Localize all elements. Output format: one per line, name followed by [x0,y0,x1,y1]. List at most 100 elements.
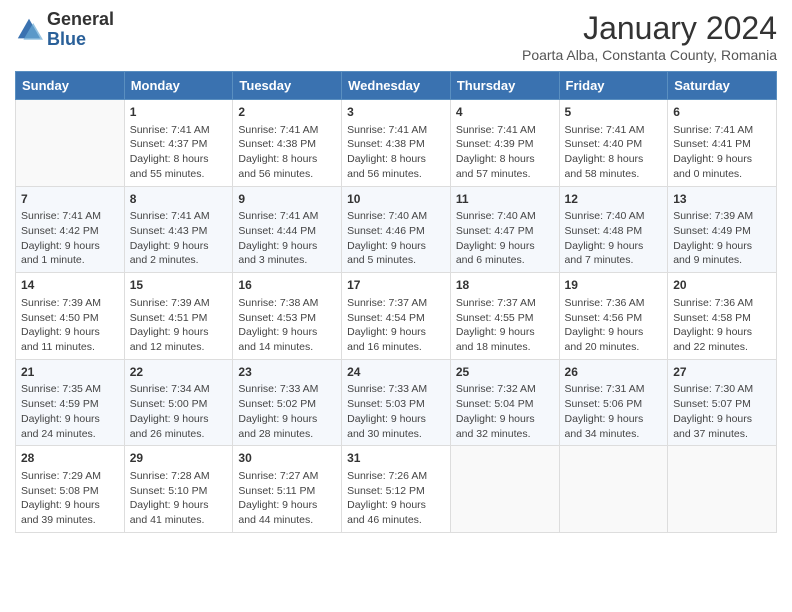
header: General Blue January 2024 Poarta Alba, C… [15,10,777,63]
header-wednesday: Wednesday [342,72,451,100]
day-info: Sunrise: 7:41 AM Sunset: 4:38 PM Dayligh… [238,124,318,180]
days-header-row: SundayMondayTuesdayWednesdayThursdayFrid… [16,72,777,100]
day-info: Sunrise: 7:40 AM Sunset: 4:48 PM Dayligh… [565,210,645,266]
day-info: Sunrise: 7:32 AM Sunset: 5:04 PM Dayligh… [456,383,536,439]
day-number: 12 [565,191,663,208]
day-info: Sunrise: 7:41 AM Sunset: 4:37 PM Dayligh… [130,124,210,180]
day-number: 16 [238,277,336,294]
header-tuesday: Tuesday [233,72,342,100]
calendar-cell: 3Sunrise: 7:41 AM Sunset: 4:38 PM Daylig… [342,100,451,187]
calendar-cell: 31 Sunrise: 7:26 AM Sunset: 5:12 PM Dayli… [342,446,451,533]
day-number: 19 [565,277,663,294]
day-info: Sunrise: 7:30 AM Sunset: 5:07 PM Dayligh… [673,383,753,439]
day-number: 15 [130,277,228,294]
calendar-cell: 20Sunrise: 7:36 AM Sunset: 4:58 PM Dayli… [668,273,777,360]
calendar-cell [16,100,125,187]
header-monday: Monday [124,72,233,100]
day-number: 4 [456,104,554,121]
calendar-cell: 5Sunrise: 7:41 AM Sunset: 4:40 PM Daylig… [559,100,668,187]
day-number: 11 [456,191,554,208]
calendar-week-row: 1 Sunrise: 7:41 AM Sunset: 4:37 PM Daylig… [16,100,777,187]
calendar-week-row: 7 Sunrise: 7:41 AM Sunset: 4:42 PM Daylig… [16,186,777,273]
day-info: Sunrise: 7:41 AM Sunset: 4:40 PM Dayligh… [565,124,645,180]
calendar-cell: 17 Sunrise: 7:37 AM Sunset: 4:54 PM Dayli… [342,273,451,360]
header-friday: Friday [559,72,668,100]
day-number: 17 [347,277,445,294]
calendar-cell: 25 Sunrise: 7:32 AM Sunset: 5:04 PM Dayli… [450,359,559,446]
day-number: 9 [238,191,336,208]
day-info: Sunrise: 7:33 AM Sunset: 5:02 PM Dayligh… [238,383,318,439]
calendar-cell: 13 Sunrise: 7:39 AM Sunset: 4:49 PM Dayli… [668,186,777,273]
day-info: Sunrise: 7:41 AM Sunset: 4:38 PM Dayligh… [347,124,427,180]
day-number: 2 [238,104,336,121]
calendar-cell [450,446,559,533]
day-info: Sunrise: 7:29 AM Sunset: 5:08 PM Dayligh… [21,470,101,526]
day-number: 28 [21,450,119,467]
day-info: Sunrise: 7:28 AM Sunset: 5:10 PM Dayligh… [130,470,210,526]
day-number: 6 [673,104,771,121]
day-number: 14 [21,277,119,294]
day-info: Sunrise: 7:26 AM Sunset: 5:12 PM Dayligh… [347,470,427,526]
calendar-cell: 21 Sunrise: 7:35 AM Sunset: 4:59 PM Dayli… [16,359,125,446]
title-area: January 2024 Poarta Alba, Constanta Coun… [522,10,777,63]
day-info: Sunrise: 7:35 AM Sunset: 4:59 PM Dayligh… [21,383,101,439]
logo-icon [15,16,43,44]
day-info: Sunrise: 7:41 AM Sunset: 4:43 PM Dayligh… [130,210,210,266]
day-number: 8 [130,191,228,208]
calendar-cell: 1 Sunrise: 7:41 AM Sunset: 4:37 PM Daylig… [124,100,233,187]
calendar-cell: 6 Sunrise: 7:41 AM Sunset: 4:41 PM Daylig… [668,100,777,187]
day-number: 24 [347,364,445,381]
calendar-cell: 26 Sunrise: 7:31 AM Sunset: 5:06 PM Dayli… [559,359,668,446]
day-info: Sunrise: 7:39 AM Sunset: 4:49 PM Dayligh… [673,210,753,266]
day-number: 25 [456,364,554,381]
day-number: 10 [347,191,445,208]
day-info: Sunrise: 7:41 AM Sunset: 4:41 PM Dayligh… [673,124,753,180]
day-info: Sunrise: 7:36 AM Sunset: 4:56 PM Dayligh… [565,297,645,353]
day-info: Sunrise: 7:41 AM Sunset: 4:44 PM Dayligh… [238,210,318,266]
calendar-cell: 8 Sunrise: 7:41 AM Sunset: 4:43 PM Daylig… [124,186,233,273]
day-number: 1 [130,104,228,121]
day-number: 13 [673,191,771,208]
calendar-cell: 12 Sunrise: 7:40 AM Sunset: 4:48 PM Dayli… [559,186,668,273]
day-info: Sunrise: 7:41 AM Sunset: 4:42 PM Dayligh… [21,210,101,266]
day-number: 7 [21,191,119,208]
day-number: 31 [347,450,445,467]
calendar-cell: 10Sunrise: 7:40 AM Sunset: 4:46 PM Dayli… [342,186,451,273]
day-info: Sunrise: 7:39 AM Sunset: 4:51 PM Dayligh… [130,297,210,353]
day-number: 27 [673,364,771,381]
calendar-cell: 7 Sunrise: 7:41 AM Sunset: 4:42 PM Daylig… [16,186,125,273]
calendar-cell: 23 Sunrise: 7:33 AM Sunset: 5:02 PM Dayli… [233,359,342,446]
logo: General Blue [15,10,114,50]
calendar-cell: 29 Sunrise: 7:28 AM Sunset: 5:10 PM Dayli… [124,446,233,533]
day-info: Sunrise: 7:39 AM Sunset: 4:50 PM Dayligh… [21,297,101,353]
day-info: Sunrise: 7:40 AM Sunset: 4:47 PM Dayligh… [456,210,536,266]
calendar-cell: 4 Sunrise: 7:41 AM Sunset: 4:39 PM Daylig… [450,100,559,187]
calendar-cell: 19 Sunrise: 7:36 AM Sunset: 4:56 PM Dayli… [559,273,668,360]
calendar-cell: 22Sunrise: 7:34 AM Sunset: 5:00 PM Dayli… [124,359,233,446]
day-number: 22 [130,364,228,381]
header-sunday: Sunday [16,72,125,100]
calendar-cell: 27 Sunrise: 7:30 AM Sunset: 5:07 PM Dayli… [668,359,777,446]
day-number: 26 [565,364,663,381]
day-info: Sunrise: 7:38 AM Sunset: 4:53 PM Dayligh… [238,297,318,353]
header-saturday: Saturday [668,72,777,100]
calendar-week-row: 21 Sunrise: 7:35 AM Sunset: 4:59 PM Dayli… [16,359,777,446]
calendar-table: SundayMondayTuesdayWednesdayThursdayFrid… [15,71,777,533]
day-info: Sunrise: 7:33 AM Sunset: 5:03 PM Dayligh… [347,383,427,439]
calendar-cell: 2 Sunrise: 7:41 AM Sunset: 4:38 PM Daylig… [233,100,342,187]
calendar-cell: 14 Sunrise: 7:39 AM Sunset: 4:50 PM Dayli… [16,273,125,360]
day-number: 21 [21,364,119,381]
day-info: Sunrise: 7:31 AM Sunset: 5:06 PM Dayligh… [565,383,645,439]
day-number: 30 [238,450,336,467]
calendar-week-row: 14 Sunrise: 7:39 AM Sunset: 4:50 PM Dayli… [16,273,777,360]
day-info: Sunrise: 7:36 AM Sunset: 4:58 PM Dayligh… [673,297,753,353]
day-number: 23 [238,364,336,381]
day-number: 18 [456,277,554,294]
day-info: Sunrise: 7:37 AM Sunset: 4:54 PM Dayligh… [347,297,427,353]
day-info: Sunrise: 7:41 AM Sunset: 4:39 PM Dayligh… [456,124,536,180]
calendar-week-row: 28 Sunrise: 7:29 AM Sunset: 5:08 PM Dayli… [16,446,777,533]
day-info: Sunrise: 7:27 AM Sunset: 5:11 PM Dayligh… [238,470,318,526]
calendar-cell [559,446,668,533]
day-number: 29 [130,450,228,467]
calendar-cell: 9 Sunrise: 7:41 AM Sunset: 4:44 PM Daylig… [233,186,342,273]
